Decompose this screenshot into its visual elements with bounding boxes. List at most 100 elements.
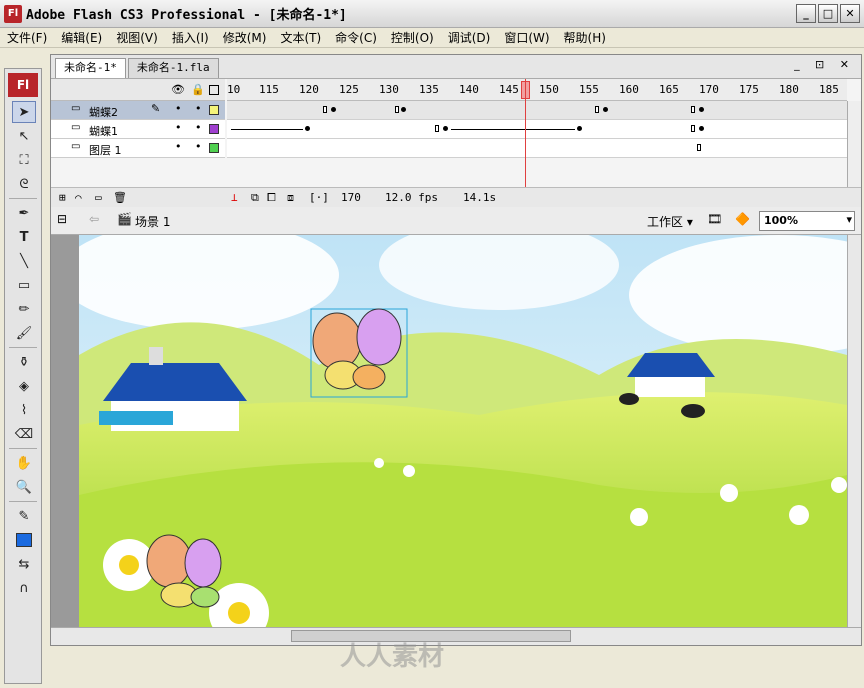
tab-untitled-1-fla[interactable]: 未命名-1.fla bbox=[127, 58, 219, 78]
paint-bucket-tool-icon[interactable]: ◈ bbox=[12, 375, 36, 397]
close-button[interactable]: ✕ bbox=[840, 4, 860, 23]
keyframe[interactable] bbox=[691, 125, 695, 132]
ruler-label: 185 bbox=[819, 83, 839, 96]
menu-file[interactable]: 文件(F) bbox=[0, 29, 54, 47]
eyedropper-tool-icon[interactable]: ⌇ bbox=[12, 399, 36, 421]
center-frame-icon[interactable]: ⊥ bbox=[231, 191, 238, 204]
ruler-label: 135 bbox=[419, 83, 439, 96]
layer-color-swatch[interactable] bbox=[209, 124, 219, 134]
layer-name: 图层 1 bbox=[89, 144, 122, 157]
daisy-center bbox=[119, 555, 139, 575]
fill-color-swatch[interactable] bbox=[12, 529, 36, 551]
brush-tool-icon[interactable]: 🖌 bbox=[12, 322, 36, 344]
text-tool-icon[interactable]: T bbox=[12, 226, 36, 248]
modify-onion-markers-icon[interactable]: [·] bbox=[309, 191, 329, 204]
keyframe[interactable] bbox=[697, 144, 701, 151]
keyframe[interactable] bbox=[595, 106, 599, 113]
frames-row-butterfly1[interactable] bbox=[227, 120, 847, 139]
butterfly-wing bbox=[146, 534, 192, 588]
hand-tool-icon[interactable]: ✋ bbox=[12, 452, 36, 474]
lock-dot[interactable]: • bbox=[195, 121, 202, 134]
onion-outline-icon[interactable]: ⧠ bbox=[267, 191, 276, 205]
keyframe[interactable] bbox=[331, 107, 336, 112]
keyframe[interactable] bbox=[691, 106, 695, 113]
zoom-tool-icon[interactable]: 🔍 bbox=[12, 476, 36, 498]
keyframe[interactable] bbox=[443, 126, 448, 131]
visibility-dot[interactable]: • bbox=[175, 102, 182, 115]
frame-ruler[interactable]: 10 115 120 125 130 135 140 145 150 155 1… bbox=[227, 79, 847, 101]
menu-window[interactable]: 窗口(W) bbox=[497, 29, 556, 47]
minimize-button[interactable]: _ bbox=[796, 4, 816, 23]
onion-skin-icon[interactable]: ⧉ bbox=[251, 191, 259, 205]
subselection-tool-icon[interactable]: ↖ bbox=[12, 125, 36, 147]
edit-scene-icon[interactable]: 🔶 bbox=[735, 212, 750, 226]
outline-icon[interactable] bbox=[209, 85, 219, 95]
line-tool-icon[interactable]: ╲ bbox=[12, 250, 36, 272]
add-folder-icon[interactable]: ▭ bbox=[95, 191, 102, 204]
layer-color-swatch[interactable] bbox=[209, 143, 219, 153]
keyframe[interactable] bbox=[395, 106, 399, 113]
visibility-dot[interactable]: • bbox=[175, 121, 182, 134]
lasso-tool-icon[interactable]: ᘓ bbox=[12, 173, 36, 195]
menu-commands[interactable]: 命令(C) bbox=[328, 29, 384, 47]
stage-horizontal-scrollbar[interactable] bbox=[51, 627, 861, 645]
free-transform-tool-icon[interactable]: ⛶ bbox=[12, 149, 36, 171]
scene-label[interactable]: 场景 1 bbox=[135, 213, 170, 230]
eye-icon[interactable]: 👁 bbox=[171, 83, 185, 96]
tab-untitled-1[interactable]: 未命名-1* bbox=[55, 58, 126, 78]
back-arrow-icon[interactable]: ⇦ bbox=[89, 212, 99, 226]
menu-help[interactable]: 帮助(H) bbox=[557, 29, 613, 47]
eraser-tool-icon[interactable]: ⌫ bbox=[12, 423, 36, 445]
zoom-select[interactable]: 100% ▾ bbox=[759, 211, 855, 231]
menu-edit[interactable]: 编辑(E) bbox=[54, 29, 109, 47]
menu-debug[interactable]: 调试(D) bbox=[441, 29, 498, 47]
timeline-toggle-icon[interactable]: ⊟ bbox=[57, 212, 67, 226]
edit-symbols-icon[interactable]: 🎞 bbox=[707, 212, 722, 226]
ruler-label: 145 bbox=[499, 83, 519, 96]
ruler-label: 115 bbox=[259, 83, 279, 96]
lock-icon[interactable]: 🔒 bbox=[191, 83, 205, 96]
keyframe[interactable] bbox=[401, 107, 406, 112]
edit-multiple-frames-icon[interactable]: ⧈ bbox=[287, 191, 294, 205]
menu-control[interactable]: 控制(O) bbox=[384, 29, 441, 47]
document-window-controls[interactable]: _ ⊡ ✕ bbox=[794, 58, 855, 71]
workspace-dropdown[interactable]: 工作区 ▾ bbox=[647, 213, 693, 230]
stroke-color-icon[interactable]: ✎ bbox=[12, 505, 36, 527]
add-guide-layer-icon[interactable]: ⌒ bbox=[75, 191, 82, 204]
pen-tool-icon[interactable]: ✒ bbox=[12, 202, 36, 224]
stage-vertical-scrollbar[interactable] bbox=[847, 235, 861, 627]
keyframe[interactable] bbox=[305, 126, 310, 131]
lock-dot[interactable]: • bbox=[195, 140, 202, 153]
layer-row-layer1[interactable]: ▭ 图层 1 • • bbox=[51, 139, 225, 158]
frames-row-layer1[interactable] bbox=[227, 139, 847, 158]
add-layer-icon[interactable]: ⊞ bbox=[59, 191, 66, 204]
stage[interactable] bbox=[79, 235, 847, 627]
keyframe[interactable] bbox=[323, 106, 327, 113]
menu-view[interactable]: 视图(V) bbox=[109, 29, 165, 47]
swap-colors-icon[interactable]: ⇆ bbox=[12, 553, 36, 575]
keyframe[interactable] bbox=[435, 125, 439, 132]
frames-row-butterfly2[interactable] bbox=[227, 101, 847, 120]
visibility-dot[interactable]: • bbox=[175, 140, 182, 153]
layer-row-butterfly1[interactable]: ▭ 蝴蝶1 • • bbox=[51, 120, 225, 139]
lock-dot[interactable]: • bbox=[195, 102, 202, 115]
pencil-tool-icon[interactable]: ✏ bbox=[12, 298, 36, 320]
menu-insert[interactable]: 插入(I) bbox=[165, 29, 216, 47]
layer-color-swatch[interactable] bbox=[209, 105, 219, 115]
delete-layer-icon[interactable]: 🗑 bbox=[113, 191, 127, 204]
keyframe[interactable] bbox=[699, 107, 704, 112]
layers-header: 👁 🔒 bbox=[51, 79, 225, 101]
selection-tool-icon[interactable]: ➤ bbox=[12, 101, 36, 123]
menu-modify[interactable]: 修改(M) bbox=[216, 29, 274, 47]
menu-text[interactable]: 文本(T) bbox=[273, 29, 328, 47]
layer-row-butterfly2[interactable]: ▭ 蝴蝶2 ✎ • • bbox=[51, 101, 225, 120]
keyframe[interactable] bbox=[699, 126, 704, 131]
maximize-button[interactable]: □ bbox=[818, 4, 838, 23]
keyframe[interactable] bbox=[603, 107, 608, 112]
motion-tween bbox=[231, 129, 303, 130]
snap-to-objects-icon[interactable]: ∩ bbox=[12, 577, 36, 599]
rectangle-tool-icon[interactable]: ▭ bbox=[12, 274, 36, 296]
keyframe[interactable] bbox=[577, 126, 582, 131]
ink-bottle-tool-icon[interactable]: ⚱ bbox=[12, 351, 36, 373]
timeline-scrollbar[interactable] bbox=[847, 101, 861, 187]
